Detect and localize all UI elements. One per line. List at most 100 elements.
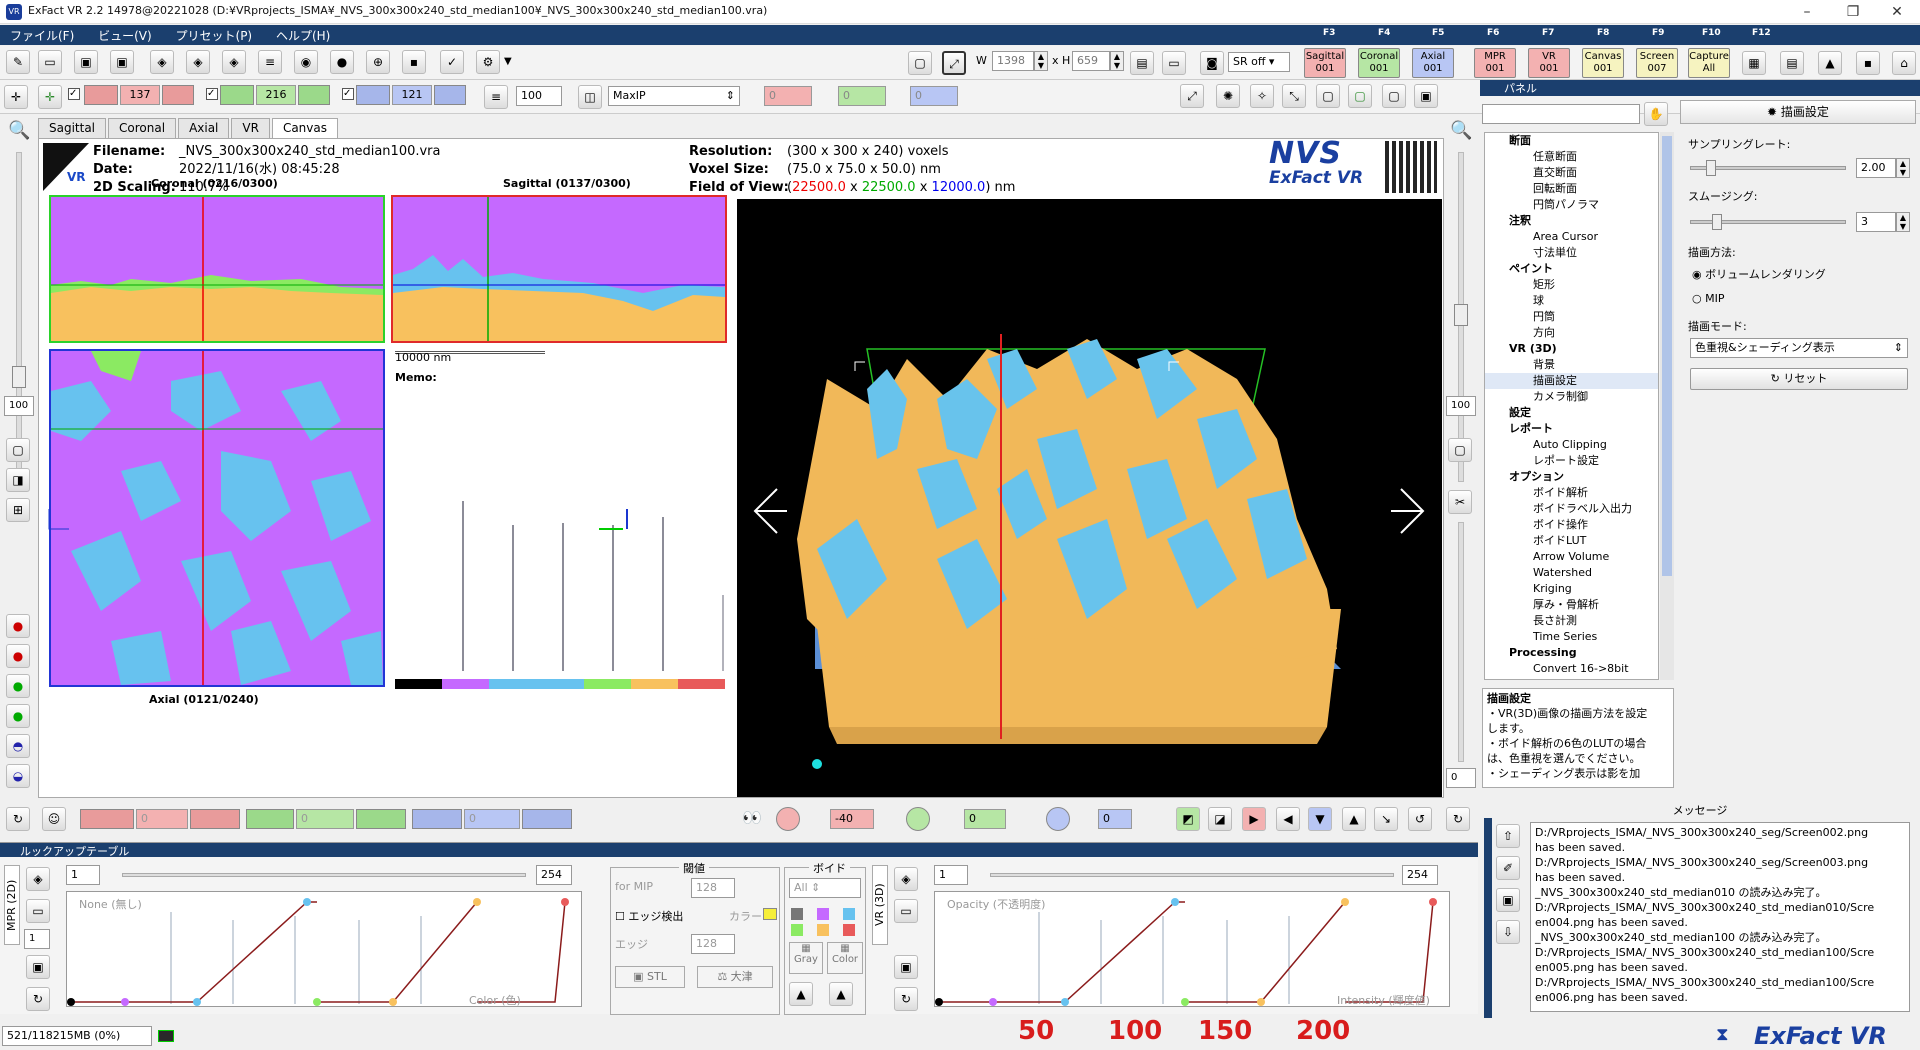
tree-item[interactable]: 描画設定 [1485,373,1658,389]
tool-icon[interactable]: ◉ [294,50,318,74]
mpr-blue-input[interactable]: 0 [464,809,520,829]
red-value-input[interactable]: 0 [764,86,812,106]
wand-icon[interactable]: ✎ [6,50,30,74]
zoom-value[interactable]: 100 [4,396,34,416]
tool-icon[interactable]: ◈ [186,50,210,74]
sagittal-checkbox[interactable]: ✓ [68,88,80,100]
lut-vr-tab[interactable]: VR (3D) [872,865,888,945]
layers-icon[interactable]: ≡ [258,50,282,74]
tool-icon[interactable]: ✋ [1644,102,1668,126]
coronal-checkbox[interactable]: ✓ [206,88,218,100]
lut-mpr-tab[interactable]: MPR (2D) [4,865,20,945]
void-color-swatch[interactable] [843,924,855,936]
tree-item[interactable]: Area Cursor [1485,229,1658,245]
tab-canvas[interactable]: Canvas [271,118,338,138]
tool-icon[interactable]: ▢ [1348,84,1372,108]
menu-file[interactable]: ファイル(F) [0,25,84,46]
axial-slice-input[interactable]: 121 [392,85,432,105]
lut-icon[interactable]: ◈ [26,867,50,891]
maximize-icon[interactable]: ❐ [1830,0,1876,24]
save-icon[interactable]: ▣ [1496,888,1520,912]
check-icon[interactable]: ✓ [440,50,464,74]
coronal-slice-input[interactable]: 216 [256,85,296,105]
tool-icon[interactable]: ▪ [402,50,426,74]
tree-item[interactable]: 円筒 [1485,309,1658,325]
view-preset-icon[interactable]: ▲ [1342,807,1366,831]
reset-icon[interactable]: ↻ [26,987,50,1011]
axial-stepper[interactable] [356,85,390,105]
eyes-icon[interactable]: 👀 [742,808,762,827]
save-icon[interactable]: ▣ [74,50,98,74]
tree-item[interactable]: Auto Clipping [1485,437,1658,453]
smoothing-slider-handle[interactable] [1712,214,1722,230]
stl-button[interactable]: ▣ STL [615,966,685,988]
tree-item[interactable]: 断面 [1485,133,1658,149]
tool-icon[interactable]: ⤡ [1282,84,1306,108]
projection-select[interactable]: MaxIP ⇕ [608,86,740,106]
lut-max-input[interactable]: 254 [536,865,572,885]
open-folder-icon[interactable]: ▭ [38,50,62,74]
tree-item[interactable]: 任意断面 [1485,149,1658,165]
tool-icon[interactable]: ▣ [1414,84,1438,108]
view-preset-icon[interactable]: ↺ [1408,807,1432,831]
smoothing-input[interactable]: 3 [1856,212,1896,232]
height-input[interactable]: 659 [1072,51,1110,71]
reset-icon[interactable]: ↻ [894,987,918,1011]
tree-item[interactable]: 長さ計測 [1485,613,1658,629]
fit-view-icon[interactable]: ▢ [6,438,30,462]
height-spinner[interactable]: ▲ ▼ [1110,51,1124,71]
tree-item[interactable]: 球 [1485,293,1658,309]
view-preset-icon[interactable]: ▼ [1308,807,1332,831]
arrow-up-icon[interactable]: ⇧ [1496,824,1520,848]
target-icon[interactable]: ⊕ [366,50,390,74]
mpr-red-input[interactable]: 0 [136,809,188,829]
tab-coronal[interactable]: Coronal [108,118,177,138]
axial-stepper[interactable] [434,85,466,105]
clip-value[interactable]: 0 [1446,768,1476,788]
clip-slider[interactable] [1458,522,1464,762]
thickness-input[interactable]: 100 [516,86,562,106]
tool-icon[interactable]: ▢ [1316,84,1340,108]
broom-icon[interactable]: ✐ [1496,856,1520,880]
contrast-icon[interactable]: ◨ [6,468,30,492]
settings-icon[interactable]: ⚙ [476,50,500,74]
sagittal-mode-button[interactable]: Sagittal 001 [1304,48,1346,78]
tool-icon[interactable]: ✧ [1250,84,1274,108]
view-preset-icon[interactable]: ◩ [1176,807,1200,831]
view-preset-icon[interactable]: ◪ [1208,807,1232,831]
zoom-value[interactable]: 100 [1446,396,1476,416]
panel-search-input[interactable] [1482,104,1640,124]
coronal-mode-button[interactable]: Coronal 001 [1358,48,1400,78]
layout-icon[interactable]: ▤ [1130,51,1154,75]
shape-icon[interactable]: ◒ [6,764,30,788]
tool-icon[interactable]: ▢ [1382,84,1406,108]
void-color-swatch[interactable] [817,924,829,936]
home-icon[interactable]: ⌂ [1892,51,1916,75]
vr-lut-range-slider[interactable] [990,873,1394,877]
view-preset-icon[interactable]: ▶ [1242,807,1266,831]
method-vr-radio[interactable]: ◉ ボリュームレンダリング [1692,266,1826,282]
void-select[interactable]: All ⇕ [789,878,861,898]
tree-item[interactable]: 方向 [1485,325,1658,341]
sampling-slider-handle[interactable] [1706,160,1716,176]
tree-item[interactable]: 直交断面 [1485,165,1658,181]
crosshair-icon[interactable]: ✛ [4,85,28,109]
blue-value-input[interactable]: 0 [910,86,958,106]
menu-view[interactable]: ビュー(V) [88,25,162,46]
vr-lut-min-input[interactable]: 1 [934,865,968,885]
threshold-input[interactable]: 128 [691,878,735,898]
otsu-button[interactable]: ⚖ 大津 [697,966,773,988]
tree-item[interactable]: Convert 16->8bit [1485,661,1658,677]
edge-checkbox[interactable]: ☐ エッジ検出 [615,908,683,924]
sagittal-slice-input[interactable]: 137 [120,85,160,105]
width-input[interactable]: 1398 [992,51,1034,71]
tree-item[interactable]: ペイント [1485,261,1658,277]
tree-item[interactable]: Processing [1485,645,1658,661]
arrow-down-icon[interactable]: ⇩ [1496,920,1520,944]
cursor-icon[interactable]: ✛ [38,85,62,109]
sagittal-stepper[interactable] [162,85,194,105]
terminal-icon[interactable]: ▪ [1856,51,1880,75]
vr-3d-view[interactable] [737,199,1442,797]
sagittal-stepper[interactable] [84,85,118,105]
rotation-y-input[interactable]: 0 [964,809,1006,829]
